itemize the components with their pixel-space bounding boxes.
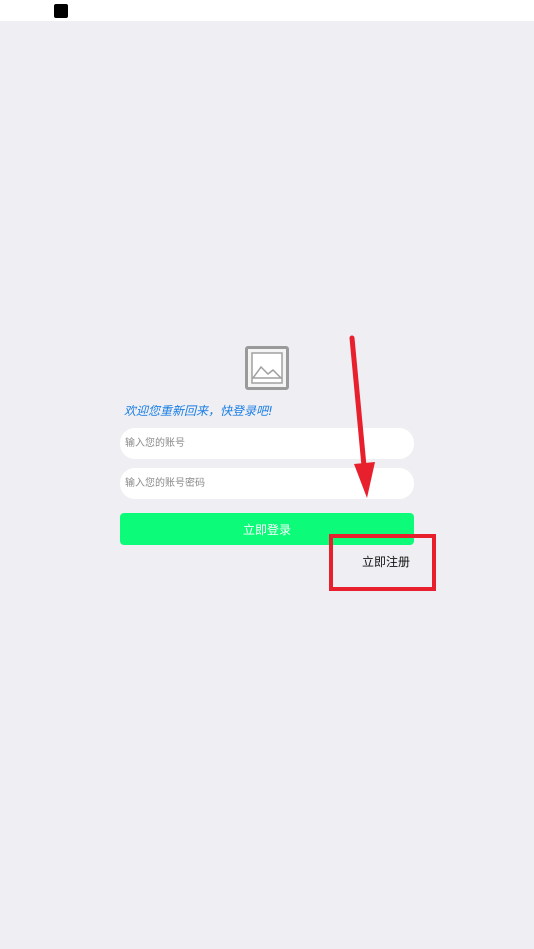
red-arrow-icon — [349, 335, 375, 498]
